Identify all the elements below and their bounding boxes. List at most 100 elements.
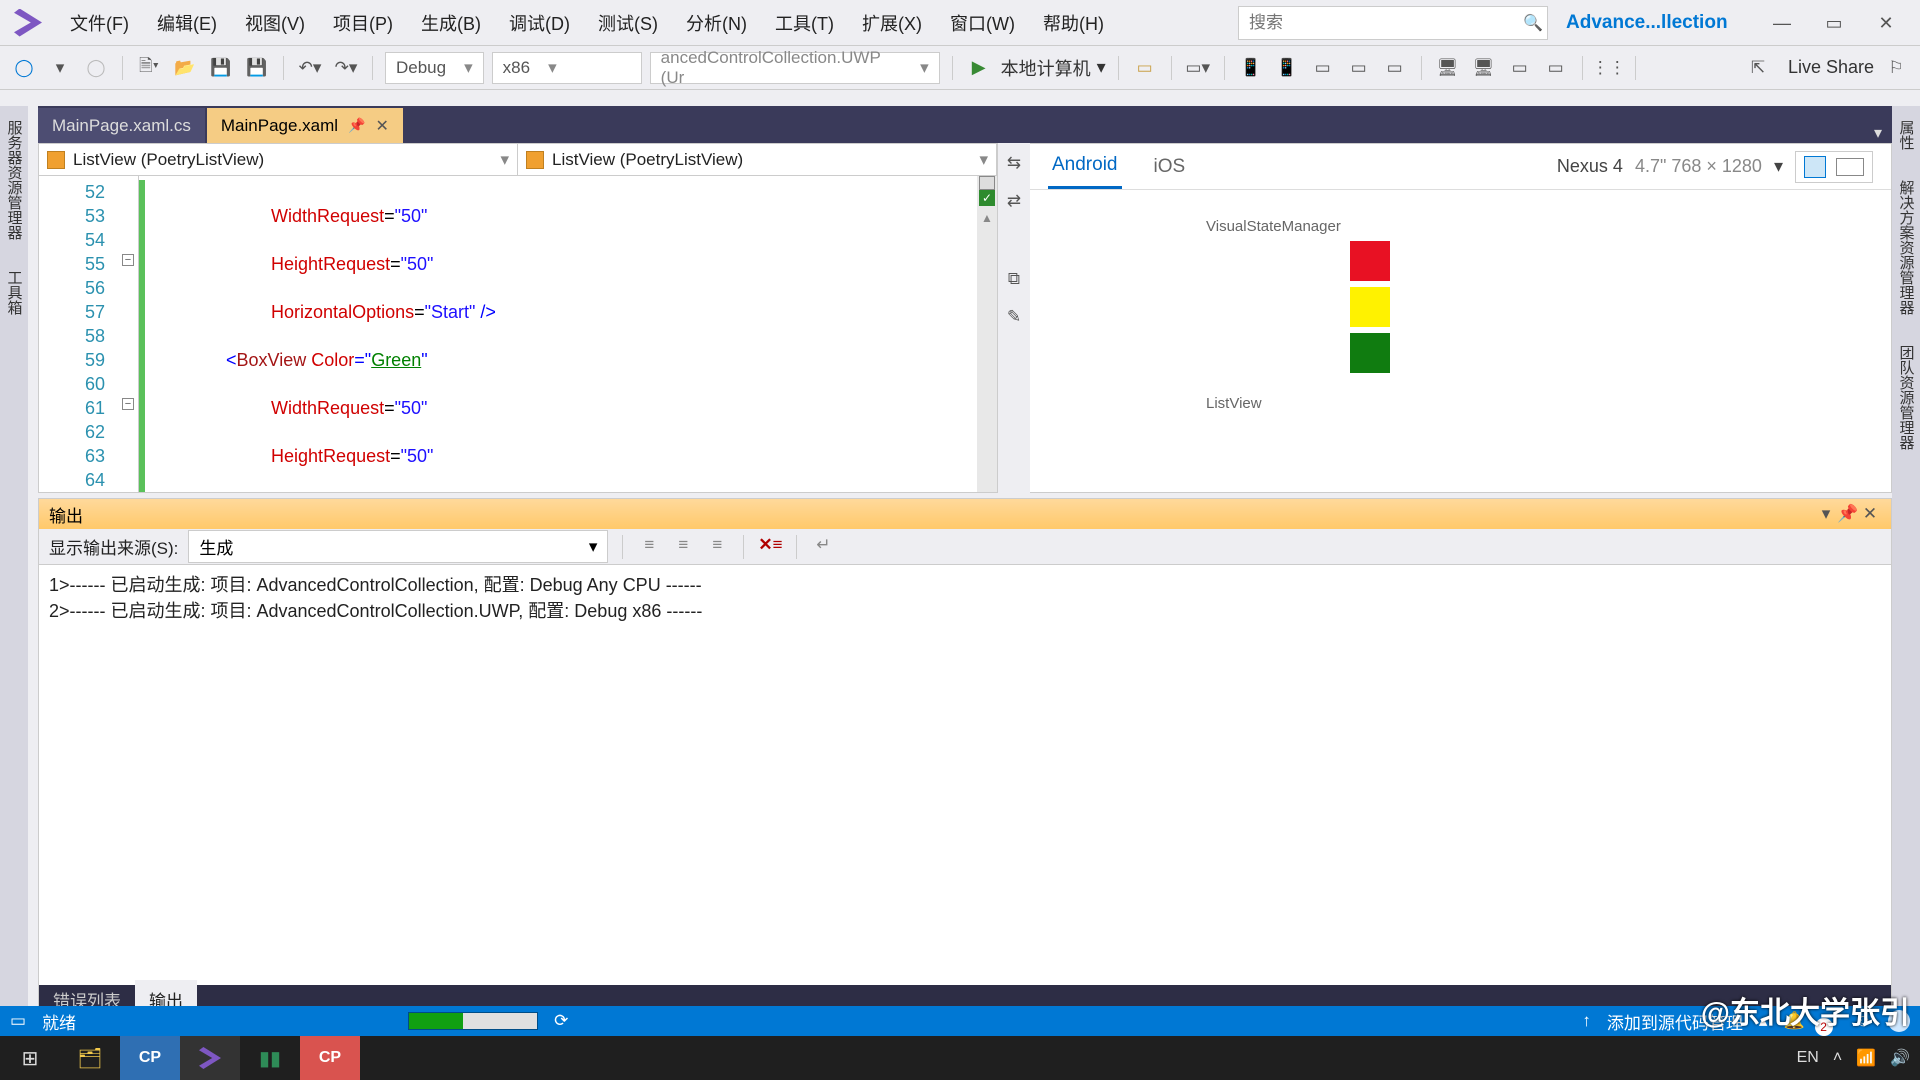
rail-server-explorer[interactable]: 服务器资源管理器 [2, 114, 27, 246]
save-button[interactable]: 💾 [207, 54, 235, 82]
config-combo[interactable]: Debug▾ [385, 52, 484, 84]
code-text[interactable]: WidthRequest="50" HeightRequest="50" Hor… [145, 176, 977, 492]
pin-icon[interactable]: 📌 [348, 117, 365, 134]
fold-marker[interactable]: − [122, 254, 134, 266]
app-icon-cp2[interactable]: CP [300, 1036, 360, 1080]
tab-mainpage-cs[interactable]: MainPage.xaml.cs [38, 108, 205, 143]
search-box[interactable]: 🔍 [1238, 6, 1548, 40]
undo-button[interactable]: ↶▾ [296, 54, 324, 82]
sync-icon[interactable]: ⇄ [1000, 187, 1028, 215]
output-text[interactable]: 1>------ 已启动生成: 项目: AdvancedControlColle… [39, 565, 1891, 985]
device-icon-3[interactable]: ▭ [1309, 54, 1337, 82]
preview-tab-ios[interactable]: iOS [1150, 146, 1190, 188]
search-icon[interactable]: 🔍 [1519, 13, 1547, 33]
tool-icon-2[interactable]: ▭▾ [1184, 54, 1212, 82]
open-button[interactable]: 📂 [171, 54, 199, 82]
menu-project[interactable]: 项目(P) [333, 10, 393, 36]
device-icon-10[interactable]: ⋮⋮ [1595, 54, 1623, 82]
device-icon-5[interactable]: ▭ [1381, 54, 1409, 82]
menu-help[interactable]: 帮助(H) [1043, 10, 1104, 36]
menu-analyze[interactable]: 分析(N) [686, 10, 747, 36]
menu-extensions[interactable]: 扩展(X) [862, 10, 922, 36]
output-wrap-button[interactable]: ↵ [811, 535, 835, 559]
swap-panes-icon[interactable]: ⇆ [1000, 149, 1028, 177]
redo-button[interactable]: ↷▾ [332, 54, 360, 82]
menu-debug[interactable]: 调试(D) [509, 10, 570, 36]
vs-logo-icon [14, 9, 42, 37]
edit-icon[interactable]: ✎ [1000, 303, 1028, 331]
tab-mainpage-xaml[interactable]: MainPage.xaml 📌 ✕ [207, 108, 403, 143]
device-icon-2[interactable]: 📱 [1273, 54, 1301, 82]
start-debug-button[interactable]: ▶ [965, 54, 993, 82]
orientation-toggle[interactable] [1795, 151, 1873, 183]
new-item-button[interactable]: 🗎▾ [135, 54, 163, 82]
nav-back-button[interactable]: ◯ [10, 54, 38, 82]
app-icon-green[interactable]: ▮▮ [240, 1036, 300, 1080]
nav-forward-button[interactable]: ◯ [82, 54, 110, 82]
output-clear-button[interactable]: ✕≡ [758, 535, 782, 559]
menu-test[interactable]: 测试(S) [598, 10, 658, 36]
pop-out-icon[interactable]: ⧉ [1000, 265, 1028, 293]
menu-view[interactable]: 视图(V) [245, 10, 305, 36]
tool-icon-1[interactable]: ▭ [1131, 54, 1159, 82]
output-pin-icon[interactable]: 📌 [1837, 504, 1859, 524]
portrait-icon[interactable] [1804, 156, 1826, 178]
device-icon-6[interactable]: 🖥 [1434, 54, 1462, 82]
rail-team-explorer[interactable]: 团队资源管理器 [1894, 339, 1919, 456]
menu-file[interactable]: 文件(F) [70, 10, 129, 36]
menu-edit[interactable]: 编辑(E) [157, 10, 217, 36]
platform-combo[interactable]: x86▾ [492, 52, 642, 84]
output-dropdown-icon[interactable]: ▾ [1815, 504, 1837, 524]
debug-target[interactable]: 本地计算机 ▾ [1001, 55, 1106, 81]
rail-properties[interactable]: 属性 [1894, 114, 1919, 156]
device-icon-4[interactable]: ▭ [1345, 54, 1373, 82]
device-icon-8[interactable]: ▭ [1506, 54, 1534, 82]
close-tab-icon[interactable]: ✕ [376, 116, 389, 136]
solution-name[interactable]: Advance...llection [1566, 12, 1736, 34]
tray-volume-icon[interactable]: 🔊 [1890, 1048, 1910, 1068]
startup-combo[interactable]: ancedControlCollection.UWP (Ur▾ [650, 52, 940, 84]
app-icon-vs[interactable] [180, 1036, 240, 1080]
device-caret-icon[interactable]: ▾ [1774, 156, 1783, 177]
feedback-icon[interactable]: ⚐ [1882, 54, 1910, 82]
explorer-icon[interactable]: 🗂 [60, 1036, 120, 1080]
device-name[interactable]: Nexus 4 [1557, 156, 1623, 177]
preview-label-vsm: VisualStateManager [1206, 218, 1540, 235]
device-icon-7[interactable]: 🖥 [1470, 54, 1498, 82]
output-btn-1[interactable]: ≡ [637, 535, 661, 559]
start-button[interactable]: ⊞ [0, 1036, 60, 1080]
tabs-overflow-button[interactable]: ▾ [1864, 123, 1892, 143]
output-close-icon[interactable]: ✕ [1859, 504, 1881, 524]
tray-lang[interactable]: EN [1797, 1049, 1819, 1067]
nav-scope-right[interactable]: ListView (PoetryListView)▾ [518, 144, 997, 175]
rail-toolbox[interactable]: 工具箱 [2, 264, 27, 321]
device-icon-9[interactable]: ▭ [1542, 54, 1570, 82]
menu-build[interactable]: 生成(B) [421, 10, 481, 36]
liveshare-button[interactable]: Live Share [1788, 57, 1874, 78]
device-icon-1[interactable]: 📱 [1237, 54, 1265, 82]
preview-tab-android[interactable]: Android [1048, 144, 1122, 189]
editor-scrollbar[interactable]: ✓ ▲ [977, 176, 997, 492]
menu-window[interactable]: 窗口(W) [950, 10, 1015, 36]
menu-tools[interactable]: 工具(T) [775, 10, 834, 36]
output-btn-3[interactable]: ≡ [705, 535, 729, 559]
upload-icon[interactable]: ↑ [1582, 1011, 1591, 1031]
split-button[interactable] [979, 176, 995, 190]
app-icon-cp[interactable]: CP [120, 1036, 180, 1080]
window-close-button[interactable]: ✕ [1860, 5, 1912, 41]
window-minimize-button[interactable]: — [1756, 5, 1808, 41]
scroll-up-icon[interactable]: ▲ [981, 206, 993, 226]
tray-network-icon[interactable]: 📶 [1856, 1048, 1876, 1068]
save-all-button[interactable]: 💾 [243, 54, 271, 82]
window-restore-button[interactable]: ▭ [1808, 5, 1860, 41]
rail-solution-explorer[interactable]: 解决方案资源管理器 [1894, 174, 1919, 321]
code-body[interactable]: 52535455565758596061626364 − − WidthRequ… [39, 176, 997, 492]
landscape-icon[interactable] [1836, 158, 1864, 176]
fold-marker[interactable]: − [122, 398, 134, 410]
nav-scope-left[interactable]: ListView (PoetryListView)▾ [39, 144, 518, 175]
output-btn-2[interactable]: ≡ [671, 535, 695, 559]
search-input[interactable] [1239, 13, 1519, 33]
liveshare-icon[interactable]: ⇱ [1744, 54, 1772, 82]
output-source-select[interactable]: 生成▾ [188, 530, 608, 563]
tray-up-icon[interactable]: ˄ [1833, 1049, 1842, 1067]
